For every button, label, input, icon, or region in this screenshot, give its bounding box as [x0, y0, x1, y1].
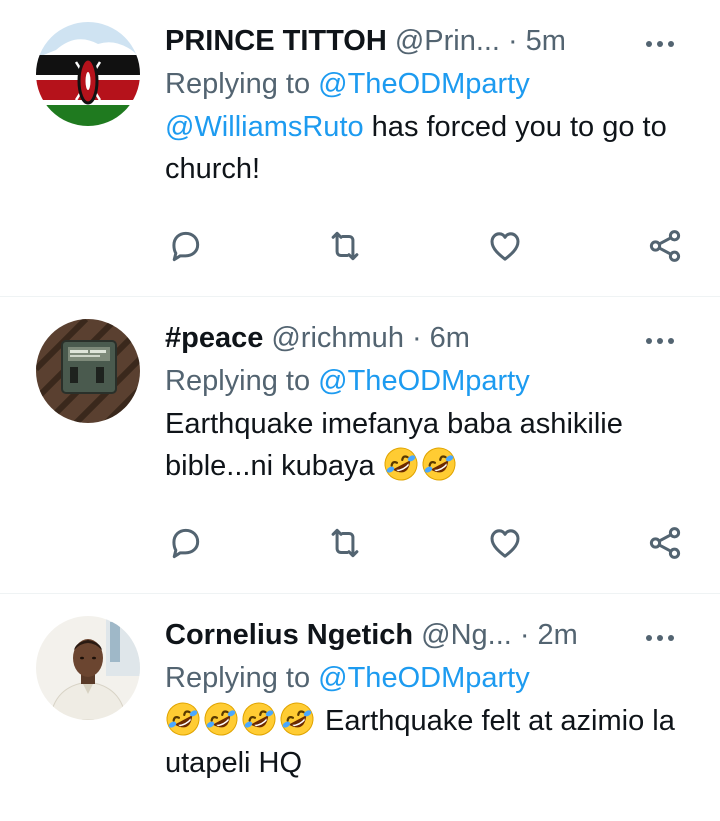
text-mention[interactable]: @WilliamsRuto — [165, 111, 364, 143]
replying-to: Replying to @TheODMparty — [165, 359, 685, 403]
replying-to-mention[interactable]: @TheODMparty — [318, 68, 530, 100]
tweet-text: Earthquake imefanya baba ashikilie bible… — [165, 403, 685, 487]
replying-prefix: Replying to — [165, 68, 311, 100]
share-button[interactable] — [645, 226, 685, 266]
rolling-on-floor-laughing-icon — [383, 446, 419, 482]
retweet-button[interactable] — [325, 523, 365, 563]
replying-to: Replying to @TheODMparty — [165, 62, 685, 106]
tweet-item[interactable]: Cornelius Ngetich @Ng... · 2m Replying t… — [0, 594, 720, 821]
user-handle[interactable]: @Prin... — [395, 25, 500, 58]
kenya-flag-avatar-image — [36, 22, 140, 126]
tweet-item[interactable]: #peace @richmuh · 6m Replying to @TheODM… — [0, 297, 720, 594]
reply-icon — [166, 227, 204, 265]
separator-dot: · — [411, 321, 422, 354]
avatar[interactable] — [36, 616, 140, 720]
share-icon — [646, 227, 684, 265]
reply-button[interactable] — [165, 226, 205, 266]
tweet-actions — [165, 521, 685, 565]
retweet-icon — [326, 524, 364, 562]
retweet-button[interactable] — [325, 226, 365, 266]
replying-to: Replying to @TheODMparty — [165, 656, 685, 700]
tweet-header: PRINCE TITTOH @Prin... · 5m — [165, 20, 685, 62]
separator-dot: · — [519, 618, 530, 651]
display-name[interactable]: Cornelius Ngetich — [165, 619, 413, 652]
replying-prefix: Replying to — [165, 365, 311, 397]
display-name[interactable]: PRINCE TITTOH — [165, 25, 387, 58]
reply-button[interactable] — [165, 523, 205, 563]
timestamp[interactable]: 6m — [430, 322, 470, 355]
avatar[interactable] — [36, 22, 140, 126]
more-options-icon[interactable] — [641, 34, 679, 54]
user-handle[interactable]: @richmuh — [271, 322, 404, 355]
like-button[interactable] — [485, 226, 525, 266]
more-options-icon[interactable] — [641, 628, 679, 648]
timestamp[interactable]: 5m — [526, 25, 566, 58]
tweet-header: #peace @richmuh · 6m — [165, 317, 685, 359]
like-icon — [486, 524, 524, 562]
tweet-feed: PRINCE TITTOH @Prin... · 5m Replying to … — [0, 0, 720, 821]
tweet-actions — [165, 224, 685, 268]
avatar[interactable] — [36, 319, 140, 423]
device-photo-avatar-image — [36, 319, 140, 423]
share-icon — [646, 524, 684, 562]
rolling-on-floor-laughing-icon — [279, 701, 315, 737]
separator-dot: · — [508, 24, 518, 57]
reply-icon — [166, 524, 204, 562]
replying-prefix: Replying to — [165, 662, 311, 694]
rolling-on-floor-laughing-icon — [203, 701, 239, 737]
tweet-text: Earthquake felt at azimio la utapeli HQ — [165, 700, 685, 784]
like-button[interactable] — [485, 523, 525, 563]
tweet-item[interactable]: PRINCE TITTOH @Prin... · 5m Replying to … — [0, 0, 720, 297]
timestamp[interactable]: 2m — [538, 619, 578, 652]
tweet-text: @WilliamsRuto has forced you to go to ch… — [165, 106, 685, 190]
man-photo-avatar-image — [36, 616, 140, 720]
rolling-on-floor-laughing-icon — [421, 446, 457, 482]
rolling-on-floor-laughing-icon — [165, 701, 201, 737]
tweet-header: Cornelius Ngetich @Ng... · 2m — [165, 614, 685, 656]
tweet-body: #peace @richmuh · 6m Replying to @TheODM… — [165, 317, 685, 487]
more-options-icon[interactable] — [641, 331, 679, 351]
user-handle[interactable]: @Ng... — [421, 619, 512, 652]
tweet-body: Cornelius Ngetich @Ng... · 2m Replying t… — [165, 614, 685, 784]
share-button[interactable] — [645, 523, 685, 563]
rolling-on-floor-laughing-icon — [241, 701, 277, 737]
replying-to-mention[interactable]: @TheODMparty — [318, 365, 530, 397]
retweet-icon — [326, 227, 364, 265]
replying-to-mention[interactable]: @TheODMparty — [318, 662, 530, 694]
tweet-body: PRINCE TITTOH @Prin... · 5m Replying to … — [165, 20, 685, 190]
display-name[interactable]: #peace — [165, 322, 263, 355]
like-icon — [486, 227, 524, 265]
